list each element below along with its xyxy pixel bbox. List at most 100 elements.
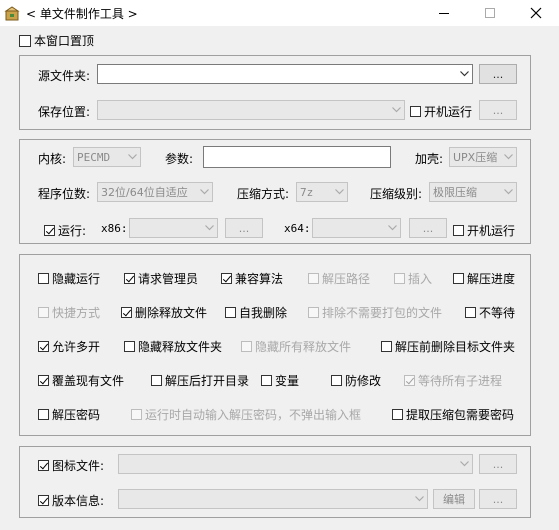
flag-label: 等待所有子进程	[418, 374, 503, 388]
minimize-button[interactable]	[421, 0, 467, 26]
x64-label: x64:	[284, 222, 311, 235]
checkbox-box	[131, 409, 142, 420]
version-info-checkbox[interactable]: 版本信息:	[38, 492, 104, 509]
checkbox-box	[38, 375, 49, 386]
checkbox-box	[124, 341, 135, 352]
flag-checkbox[interactable]: 自我删除	[225, 304, 287, 321]
flag-label: 隐藏所有释放文件	[255, 340, 352, 354]
icon-file-combo[interactable]	[118, 454, 473, 474]
edit-button[interactable]: 编辑	[433, 489, 475, 509]
flag-label: 排除不需要打包的文件	[322, 306, 443, 320]
flag-checkbox[interactable]: 解压前删除目标文件夹	[381, 338, 515, 355]
flag-checkbox[interactable]: 提取压缩包需要密码	[392, 406, 514, 423]
checkbox-box	[465, 307, 476, 318]
save-browse-button[interactable]: ...	[479, 100, 517, 120]
checkbox-box	[308, 307, 319, 318]
flag-label: 兼容算法	[235, 272, 284, 286]
params-input[interactable]	[203, 146, 391, 168]
maximize-button[interactable]	[467, 0, 513, 26]
flag-checkbox[interactable]: 解压密码	[38, 406, 100, 423]
source-browse-button[interactable]: ...	[479, 64, 517, 84]
flag-label: 解压路径	[322, 272, 371, 286]
flag-checkbox[interactable]: 排除不需要打包的文件	[308, 304, 442, 321]
flag-label: 请求管理员	[138, 272, 199, 286]
checkbox-box	[38, 495, 49, 506]
save-location-combo[interactable]	[97, 100, 405, 120]
flag-checkbox[interactable]: 兼容算法	[221, 270, 283, 287]
checkbox-box	[394, 273, 405, 284]
flag-checkbox[interactable]: 解压路径	[308, 270, 370, 287]
flag-checkbox[interactable]: 覆盖现有文件	[38, 372, 124, 389]
checkbox-box	[221, 273, 232, 284]
flag-label: 防修改	[345, 374, 382, 388]
close-button[interactable]	[513, 0, 559, 26]
flag-checkbox[interactable]: 运行时自动输入解压密码，不弹出输入框	[131, 406, 361, 423]
checkbox-box	[241, 341, 252, 352]
version-browse-button[interactable]: ...	[479, 489, 517, 509]
checkbox-box	[44, 225, 55, 236]
flag-checkbox[interactable]: 等待所有子进程	[404, 372, 502, 389]
flag-label: 解压前删除目标文件夹	[395, 340, 516, 354]
flag-checkbox[interactable]: 隐藏运行	[38, 270, 100, 287]
shell-combo[interactable]: UPX压缩	[449, 147, 517, 167]
checkbox-box	[38, 460, 49, 471]
checkbox-box	[381, 341, 392, 352]
minimize-icon	[439, 13, 449, 14]
flag-label: 不等待	[479, 306, 516, 320]
icon-file-checkbox[interactable]: 图标文件:	[38, 457, 104, 474]
compression-level-label: 压缩级别:	[370, 187, 423, 201]
flag-checkbox[interactable]: 变量	[261, 372, 299, 389]
flag-label: 变量	[275, 374, 300, 388]
icon-browse-button[interactable]: ...	[479, 454, 517, 474]
chevron-down-icon	[456, 455, 472, 473]
chevron-down-icon	[384, 219, 400, 237]
flag-checkbox[interactable]: 允许多开	[38, 338, 100, 355]
compression-level-combo[interactable]: 极限压缩	[429, 182, 517, 202]
flag-checkbox[interactable]: 不等待	[465, 304, 515, 321]
save-run-at-startup-checkbox[interactable]: 开机运行	[410, 103, 472, 120]
flag-checkbox[interactable]: 解压进度	[453, 270, 515, 287]
kernel-combo[interactable]: PECMD	[73, 147, 141, 167]
x64-browse-button[interactable]: ...	[409, 218, 447, 238]
flag-label: 快捷方式	[52, 306, 101, 320]
chevron-down-icon	[500, 148, 516, 166]
checkbox-box	[124, 273, 135, 284]
flag-label: 解压密码	[52, 408, 101, 422]
flag-checkbox[interactable]: 删除释放文件	[121, 304, 207, 321]
chevron-down-icon	[388, 101, 404, 119]
flag-checkbox[interactable]: 快捷方式	[38, 304, 100, 321]
bitness-combo[interactable]: 32位/64位自适应	[97, 182, 213, 202]
flag-label: 覆盖现有文件	[52, 374, 125, 388]
checkbox-box	[453, 273, 464, 284]
run-checkbox[interactable]: 运行:	[44, 222, 86, 239]
flag-checkbox[interactable]: 插入	[394, 270, 432, 287]
chevron-down-icon	[456, 65, 472, 83]
kernel-label: 内核:	[38, 152, 67, 166]
chevron-down-icon	[196, 183, 212, 201]
version-info-combo[interactable]	[118, 489, 428, 509]
flag-checkbox[interactable]: 防修改	[331, 372, 381, 389]
checkbox-box	[38, 341, 49, 352]
checkbox-box	[392, 409, 403, 420]
options-run-at-startup-checkbox[interactable]: 开机运行	[453, 222, 515, 239]
chevron-down-icon	[500, 183, 516, 201]
flag-checkbox[interactable]: 隐藏释放文件夹	[124, 338, 222, 355]
flag-checkbox[interactable]: 请求管理员	[124, 270, 198, 287]
stay-on-top-checkbox[interactable]: 本窗口置顶	[19, 32, 94, 49]
checkbox-box	[151, 375, 162, 386]
x86-combo[interactable]	[129, 218, 218, 238]
flag-label: 插入	[408, 272, 433, 286]
chevron-down-icon	[124, 148, 140, 166]
save-location-label: 保存位置:	[38, 105, 91, 119]
chevron-down-icon	[411, 490, 427, 508]
flag-checkbox[interactable]: 隐藏所有释放文件	[241, 338, 351, 355]
x64-combo[interactable]	[312, 218, 401, 238]
flag-label: 运行时自动输入解压密码，不弹出输入框	[145, 408, 362, 422]
checkbox-box	[410, 106, 421, 117]
checkbox-box	[331, 375, 342, 386]
compression-method-combo[interactable]: 7z	[296, 182, 348, 202]
x86-browse-button[interactable]: ...	[225, 218, 263, 238]
source-folder-combo[interactable]	[97, 64, 473, 84]
flag-checkbox[interactable]: 解压后打开目录	[151, 372, 249, 389]
flag-label: 解压后打开目录	[165, 374, 250, 388]
